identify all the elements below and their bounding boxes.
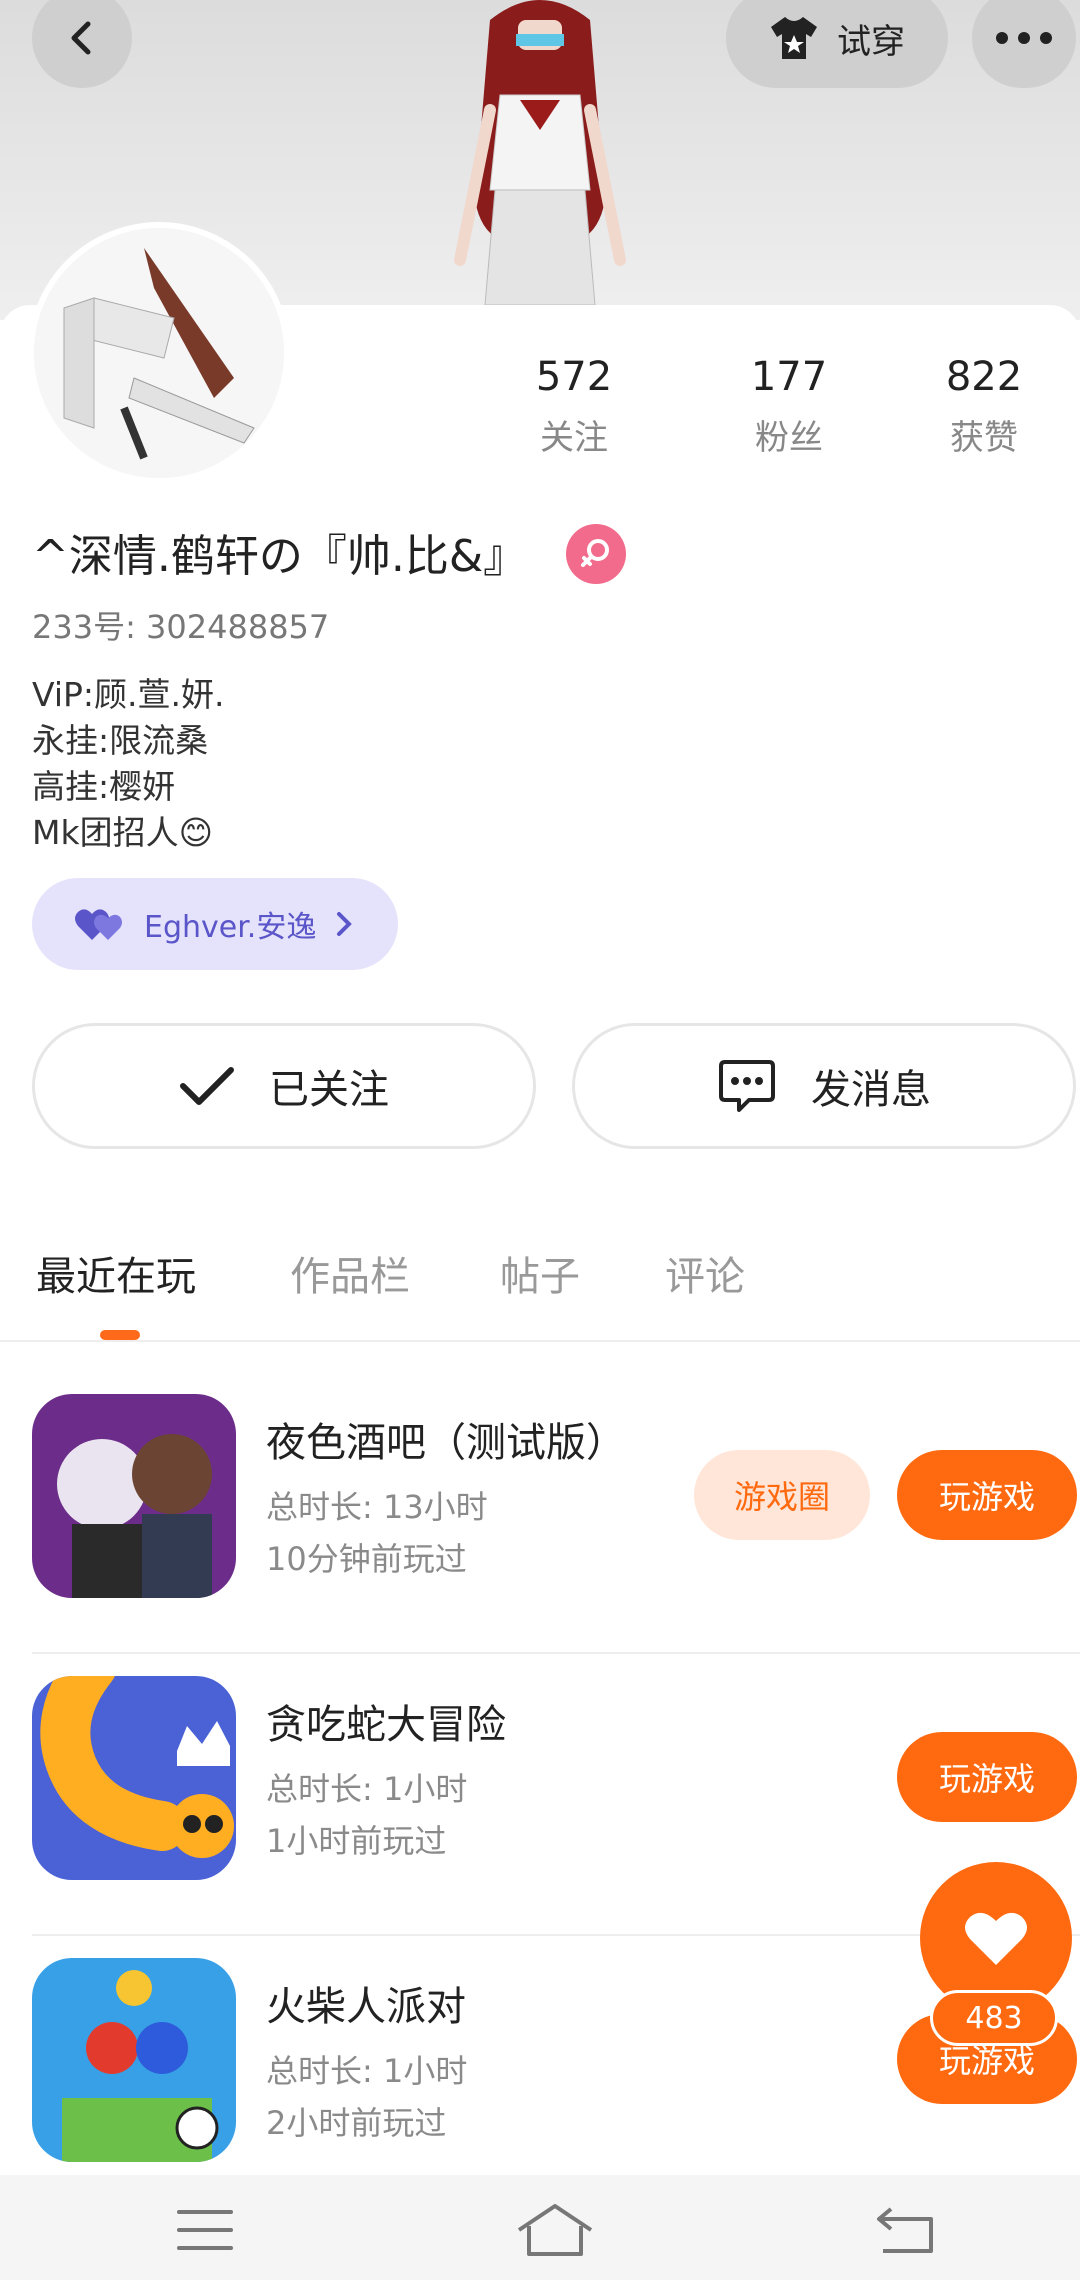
game-title: 贪吃蛇大冒险 bbox=[266, 1702, 506, 1748]
home-icon bbox=[517, 2204, 593, 2256]
nickname: ^深情.鹤轩の『帅.比&』 bbox=[32, 531, 528, 582]
play-game-button[interactable]: 玩游戏 bbox=[897, 1732, 1077, 1822]
stat-followers[interactable]: 177 粉丝 bbox=[709, 354, 869, 459]
character-figure bbox=[454, 0, 626, 305]
bio-line: 永挂:限流桑 bbox=[32, 721, 209, 760]
game-duration: 总时长: 1小时 bbox=[266, 1770, 468, 1808]
system-navigation-bar bbox=[0, 2175, 1080, 2280]
following-count: 572 bbox=[535, 354, 613, 400]
game-title: 夜色酒吧（测试版） bbox=[266, 1420, 626, 1466]
followers-label: 粉丝 bbox=[755, 418, 823, 458]
tab-divider bbox=[0, 1340, 1080, 1342]
menu-icon bbox=[177, 2210, 233, 2250]
following-button[interactable]: 已关注 bbox=[32, 1023, 536, 1149]
stat-likes[interactable]: 822 获赞 bbox=[904, 354, 1064, 459]
game-duration: 总时长: 13小时 bbox=[266, 1488, 488, 1526]
following-label: 已关注 bbox=[269, 1067, 389, 1113]
fan-club-badge[interactable]: Eghver.安逸 bbox=[32, 878, 398, 970]
try-on-button[interactable]: 试穿 bbox=[726, 0, 948, 88]
fan-club-label: Eghver.安逸 bbox=[144, 910, 317, 945]
tab-recently-played[interactable]: 最近在玩 bbox=[36, 1244, 196, 1302]
play-game-button[interactable]: 玩游戏 bbox=[897, 1450, 1077, 1540]
game-last-played: 1小时前玩过 bbox=[266, 1822, 447, 1860]
back-nav-icon bbox=[877, 2207, 933, 2253]
stat-following[interactable]: 572 关注 bbox=[494, 354, 654, 459]
chat-bubble-icon bbox=[719, 1060, 775, 1112]
bio-line: ViP:顾.萱.妍. bbox=[32, 675, 225, 714]
avatar[interactable] bbox=[28, 222, 290, 484]
chevron-right-icon bbox=[337, 912, 353, 936]
tshirt-icon bbox=[771, 17, 817, 59]
game-duration: 总时长: 1小时 bbox=[266, 2052, 468, 2090]
menu-nav-button[interactable] bbox=[150, 2195, 260, 2265]
game-last-played: 2小时前玩过 bbox=[266, 2104, 447, 2142]
active-tab-indicator bbox=[100, 1330, 140, 1340]
tab-posts[interactable]: 帖子 bbox=[500, 1244, 580, 1302]
back-nav-button[interactable] bbox=[850, 2195, 960, 2265]
game-icon bbox=[32, 1394, 236, 1598]
home-nav-button[interactable] bbox=[500, 2195, 610, 2265]
game-title: 火柴人派对 bbox=[266, 1984, 466, 2030]
tab-works[interactable]: 作品栏 bbox=[290, 1244, 410, 1302]
bio-line: 高挂:樱妍 bbox=[32, 767, 176, 806]
game-last-played: 10分钟前玩过 bbox=[266, 1540, 467, 1578]
list-item[interactable]: 贪吃蛇大冒险 总时长: 1小时 1小时前玩过 玩游戏 bbox=[0, 1654, 1080, 1936]
likes-count: 822 bbox=[945, 354, 1023, 400]
send-message-button[interactable]: 发消息 bbox=[572, 1023, 1076, 1149]
likes-label: 获赞 bbox=[950, 418, 1018, 458]
female-gender-icon bbox=[566, 524, 626, 584]
double-heart-icon bbox=[75, 909, 122, 940]
game-circle-button[interactable]: 游戏圈 bbox=[694, 1450, 870, 1540]
followers-count: 177 bbox=[750, 354, 828, 400]
back-arrow-icon bbox=[71, 21, 91, 55]
tab-comments[interactable]: 评论 bbox=[665, 1244, 745, 1302]
user-id: 233号: 302488857 bbox=[32, 608, 330, 646]
bio-line: Mk团招人😊 bbox=[32, 813, 213, 852]
game-icon bbox=[32, 1676, 236, 1880]
try-on-label: 试穿 bbox=[837, 21, 905, 62]
game-icon bbox=[32, 1958, 236, 2162]
checkmark-icon bbox=[180, 1067, 234, 1105]
following-label: 关注 bbox=[540, 418, 608, 458]
avatar-image bbox=[34, 228, 284, 478]
list-item[interactable]: 夜色酒吧（测试版） 总时长: 13小时 10分钟前玩过 游戏圈 玩游戏 bbox=[0, 1372, 1080, 1654]
like-count-badge: 483 bbox=[930, 1990, 1058, 2046]
heart-icon bbox=[965, 1912, 1027, 1965]
send-message-label: 发消息 bbox=[811, 1067, 931, 1113]
more-icon bbox=[996, 32, 1052, 44]
